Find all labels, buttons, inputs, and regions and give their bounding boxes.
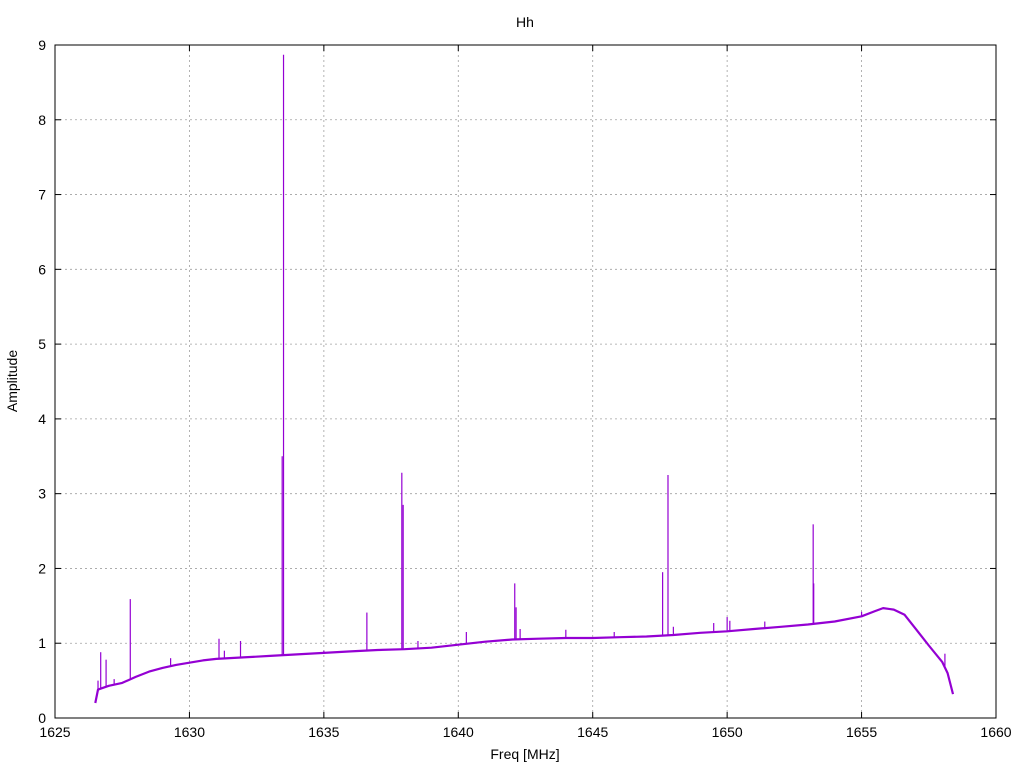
y-tick-label: 0 xyxy=(38,710,46,726)
y-tick-label: 5 xyxy=(38,336,46,352)
chart-background xyxy=(0,0,1024,768)
line-chart: 1625 1630 1635 1640 1645 1650 1655 1660 0 1 2 3 4 5 6 7… xyxy=(0,0,1024,768)
y-tick-label: 3 xyxy=(38,486,46,502)
x-tick-label: 1650 xyxy=(712,724,743,740)
y-tick-label: 1 xyxy=(38,635,46,651)
y-axis-label: Amplitude xyxy=(4,350,20,412)
y-tick-label: 4 xyxy=(38,411,46,427)
x-tick-label: 1635 xyxy=(308,724,339,740)
x-tick-label: 1630 xyxy=(174,724,205,740)
x-axis-label: Freq [MHz] xyxy=(490,746,559,762)
y-tick-label: 2 xyxy=(38,560,46,576)
y-tick-label: 6 xyxy=(38,261,46,277)
chart-title: Hh xyxy=(516,14,534,30)
x-tick-label: 1655 xyxy=(846,724,877,740)
y-tick-label: 8 xyxy=(38,112,46,128)
x-tick-label: 1645 xyxy=(577,724,608,740)
x-tick-label: 1660 xyxy=(980,724,1011,740)
y-tick-label: 7 xyxy=(38,187,46,203)
x-tick-label: 1640 xyxy=(443,724,474,740)
x-tick-label: 1625 xyxy=(39,724,70,740)
y-tick-label: 9 xyxy=(38,37,46,53)
